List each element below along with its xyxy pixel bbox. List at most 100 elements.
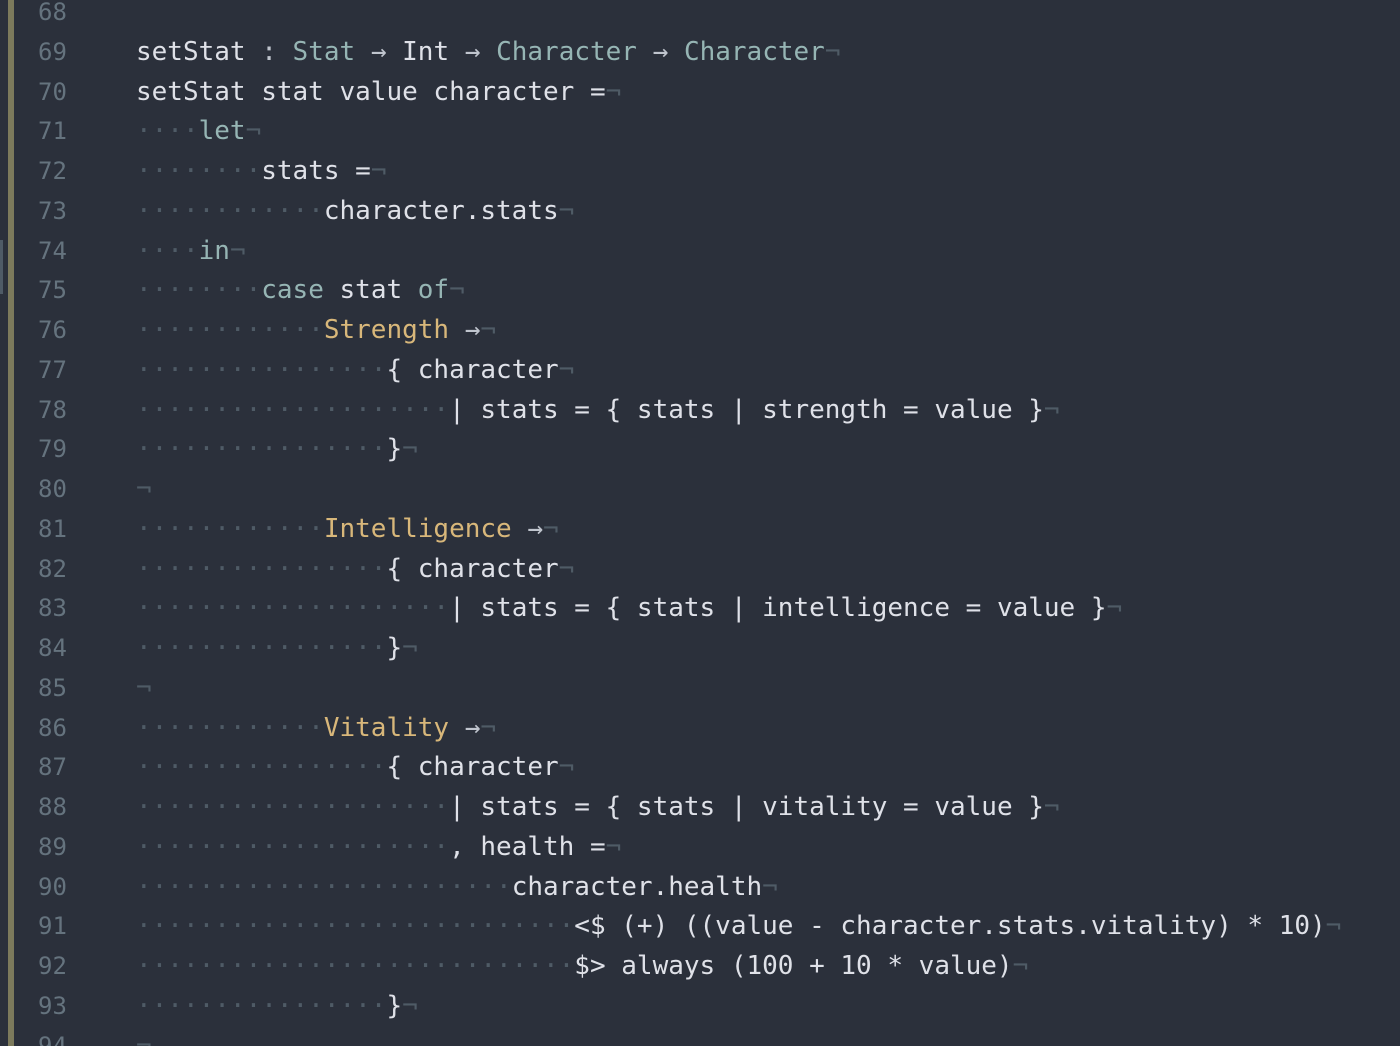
indent-whitespace: ················ [136,553,387,584]
code-token: → [449,712,481,743]
code-token: character.stats [323,195,559,226]
indent-whitespace: ················ [136,752,387,783]
line-content: ············Intelligence →¬ [136,510,559,550]
indent-whitespace: ···························· [136,951,575,981]
code-token: { character [386,553,559,584]
line-number: 78 [38,395,67,424]
line-content: ············character.stats¬ [136,192,574,232]
line-content: ····················| stats = { stats | … [136,589,1122,629]
code-token: : [245,36,293,67]
line-number: 92 [38,952,67,980]
indent-whitespace: ············ [136,195,324,226]
line-number: 68 [38,0,67,26]
code-token: , health = [449,831,606,862]
line-number: 74 [38,236,67,265]
code-token: Intelligence [323,513,512,544]
indent-whitespace: ···························· [136,911,575,942]
code-token: of [417,275,450,306]
line-content: ····························$> always (1… [136,947,1028,987]
eol-marker: ¬ [402,990,418,1021]
eol-marker: ¬ [245,116,262,147]
code-token: Vitality [323,712,450,743]
code-token: Int [402,36,450,67]
indent-whitespace: ···················· [136,831,450,862]
eol-marker: ¬ [1043,792,1060,822]
code-token: → [355,36,403,67]
code-token: case [261,275,324,306]
line-content: ················}¬ [136,629,418,669]
line-number: 91 [38,912,67,941]
line-content: setStat stat value character =¬ [136,73,621,113]
line-number: 70 [38,77,67,106]
line-number: 88 [38,793,67,821]
code-token: Stat [292,36,356,67]
line-content: ················}¬ [136,430,418,470]
line-content: ························character.health… [136,868,778,908]
code-token: → [449,315,481,345]
line-content: ············Vitality →¬ [136,709,496,749]
line-number: 77 [38,355,67,384]
eol-marker: ¬ [229,235,246,266]
eol-marker: ¬ [1106,593,1123,624]
line-number: 90 [38,872,67,901]
line-number: 86 [38,713,67,742]
eol-marker: ¬ [558,195,575,226]
line-number: 89 [38,832,67,861]
indent-whitespace: ············ [136,513,324,544]
eol-marker: ¬ [402,633,418,663]
line-content: ····················, health =¬ [136,828,621,868]
indent-whitespace: ················ [136,354,387,385]
line-number: 94 [38,1031,67,1046]
code-token: } [386,990,403,1021]
indent-whitespace: ···················· [136,792,450,822]
line-content: ················{ character¬ [136,550,574,590]
code-token: → [636,36,684,67]
line-content: ················{ character¬ [136,351,574,391]
eol-marker: ¬ [543,513,559,544]
line-content: setStat : Stat → Int → Character → Chara… [136,33,840,73]
indent-whitespace: ···················· [136,593,450,624]
line-content: ········stats =¬ [136,152,386,192]
indent-whitespace: ············ [136,315,324,345]
eol-marker: ¬ [1012,951,1029,981]
eol-marker: ¬ [136,672,152,703]
line-number: 71 [38,117,67,146]
eol-marker: ¬ [605,831,622,862]
code-token: Strength [323,315,450,345]
indent-whitespace: ···················· [136,394,450,425]
code-token: | stats = { stats | vitality = value } [449,792,1044,822]
code-token: { character [386,354,559,385]
line-content: ····················| stats = { stats | … [136,391,1060,431]
line-number: 85 [38,673,67,702]
code-editor[interactable]: 68 69 setStat : Stat → Int → Character → C… [0,0,1400,1046]
line-content: ················{ character¬ [136,748,574,788]
eol-marker: ¬ [605,76,622,107]
eol-marker: ¬ [480,712,497,743]
line-content: ····················| stats = { stats | … [136,788,1060,828]
line-content: ¬ [136,470,152,510]
code-token: Character [683,36,825,67]
code-token: <$ (+) ((value - character.stats.vitalit… [574,911,1326,942]
line-number: 80 [38,475,67,503]
indent-whitespace: ················ [136,990,387,1021]
code-token: in [198,235,230,266]
eol-marker: ¬ [449,275,465,306]
line-content: ············Strength →¬ [136,311,496,351]
eol-marker: ¬ [136,1030,152,1046]
eol-marker: ¬ [1043,394,1060,425]
code-token: stats = [261,156,371,186]
eol-marker: ¬ [480,315,497,345]
eol-marker: ¬ [558,752,575,783]
indent-whitespace: ················ [136,434,387,465]
line-content: ····························<$ (+) ((val… [136,907,1341,947]
line-content: ¬ [136,669,152,709]
code-token: { character [386,752,559,783]
eol-marker: ¬ [824,36,841,67]
eol-marker: ¬ [402,434,418,465]
code-token: setStat [136,36,246,67]
line-number: 76 [38,316,67,344]
code-token: } [386,434,403,465]
line-number: 79 [38,435,67,464]
line-content: ····in¬ [136,232,246,272]
eol-marker: ¬ [762,871,778,902]
